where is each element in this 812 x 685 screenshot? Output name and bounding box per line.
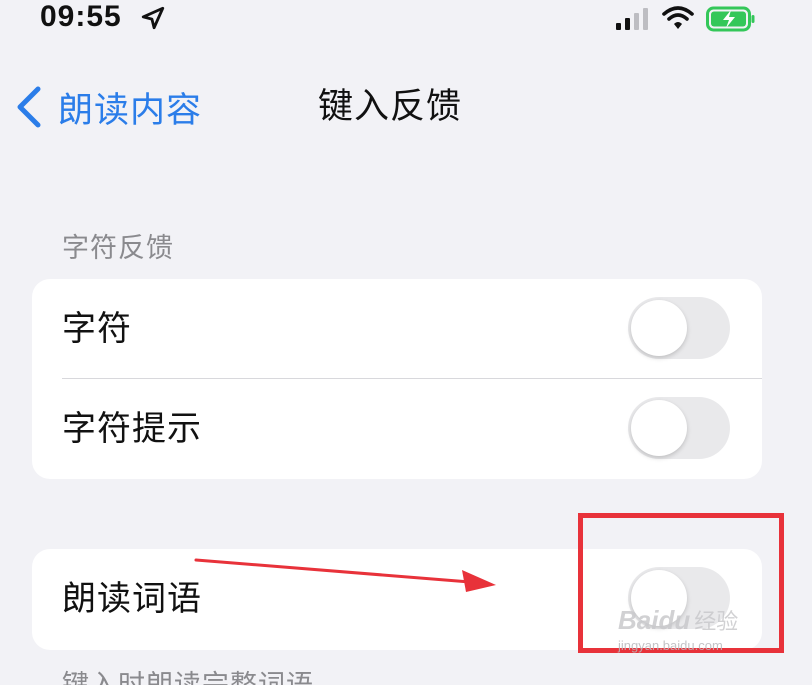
- section-footer-note: 键入时朗读完整词语: [62, 663, 314, 685]
- toggle-knob: [631, 300, 687, 356]
- settings-row-character-hints: 字符提示: [32, 379, 762, 479]
- row-label: 朗读词语: [62, 579, 202, 619]
- annotation-arrow: [194, 558, 496, 592]
- battery-charging-icon: [706, 6, 755, 32]
- baidu-jingyan-watermark: Baidu 经验 jingyan.baidu.com: [618, 604, 798, 666]
- row-label: 字符: [62, 309, 132, 349]
- section-header-character-feedback: 字符反馈: [62, 233, 174, 264]
- status-time: 09:55: [40, 0, 122, 33]
- screen: 09:55 朗读内容 键入反馈 字符反馈 字符 字符提示 朗读词语 Baidu …: [0, 0, 812, 685]
- watermark-url: jingyan.baidu.com: [618, 638, 723, 653]
- chevron-left-icon: [17, 86, 41, 128]
- settings-row-characters: 字符: [32, 279, 762, 379]
- back-button[interactable]: 朗读内容: [14, 82, 202, 132]
- watermark-logo-row: Baidu 经验: [618, 604, 798, 636]
- characters-toggle[interactable]: [628, 297, 730, 359]
- character-hints-toggle[interactable]: [628, 397, 730, 459]
- page-title: 键入反馈: [318, 87, 463, 127]
- back-button-label: 朗读内容: [58, 90, 203, 131]
- toggle-knob: [631, 400, 687, 456]
- location-arrow-icon: [141, 6, 165, 30]
- wifi-icon: [662, 6, 694, 29]
- row-label: 字符提示: [62, 409, 202, 449]
- settings-group-character-feedback: 字符 字符提示: [32, 279, 762, 479]
- watermark-logo: Baidu: [618, 604, 691, 635]
- watermark-text: 经验: [694, 610, 739, 635]
- cellular-signal-icon: [616, 8, 648, 30]
- status-bar: 09:55: [0, 0, 812, 40]
